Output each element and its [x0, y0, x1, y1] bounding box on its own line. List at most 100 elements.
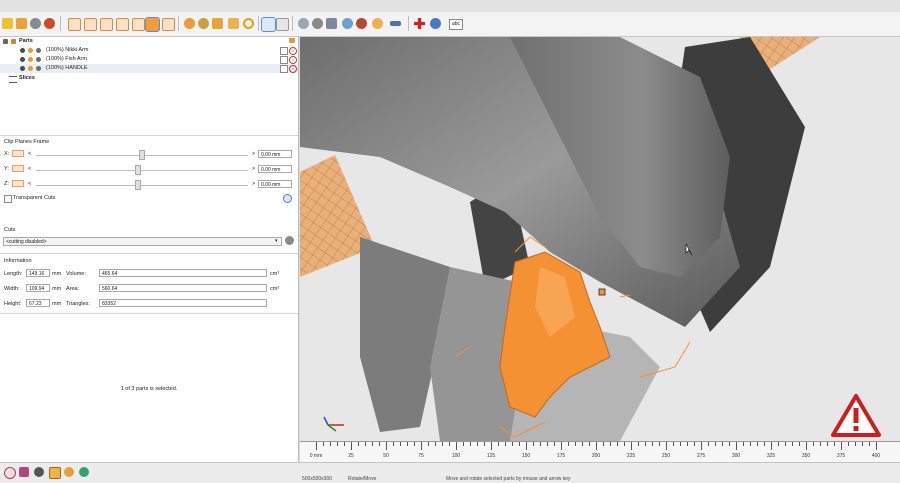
refresh-icon[interactable] [283, 194, 292, 203]
support-icon[interactable] [19, 467, 29, 477]
plane-icon[interactable] [12, 180, 24, 187]
cuts-section: Cuts <cutting disabled> ▾ [0, 223, 298, 249]
ruler-tick [813, 442, 814, 446]
slice-icon[interactable] [390, 21, 401, 26]
view-iso-icon[interactable] [145, 17, 160, 32]
box-icon[interactable] [228, 18, 239, 29]
ruler-tick [876, 442, 877, 450]
shade-icon[interactable] [184, 18, 195, 29]
tree-slices-label[interactable]: Slices [19, 74, 35, 83]
scale-icon[interactable] [326, 18, 337, 29]
view-front-icon[interactable] [68, 18, 81, 31]
new-icon[interactable] [2, 18, 13, 29]
width-field[interactable]: 109.94 [26, 284, 50, 292]
view-bottom-icon[interactable] [162, 18, 175, 31]
view-left-icon[interactable] [100, 18, 113, 31]
part-checkbox[interactable] [280, 65, 288, 73]
text-style-dropdown[interactable]: abc [449, 19, 464, 30]
sphere-icon[interactable] [34, 467, 44, 477]
part-checkbox[interactable] [280, 47, 288, 55]
cut-tool-icon[interactable] [285, 236, 294, 245]
ruler-label: 400 [871, 453, 881, 459]
height-field[interactable]: 67.23 [26, 299, 50, 307]
cuts-select[interactable]: <cutting disabled> [3, 237, 282, 246]
part-color-icon[interactable] [28, 48, 33, 53]
clip-slider-track[interactable] [36, 185, 248, 186]
warning-icon[interactable] [830, 393, 882, 439]
ruler-tick [512, 442, 513, 446]
ruler-tick [778, 442, 779, 446]
part-color-icon[interactable] [28, 66, 33, 71]
ruler-tick [428, 442, 429, 446]
slider-left-arrow[interactable]: < [28, 181, 31, 187]
ruler-tick [330, 442, 331, 446]
target-icon[interactable] [4, 467, 16, 479]
ruler-label: 150 [521, 453, 531, 459]
plane-icon[interactable] [12, 165, 24, 172]
slider-right-arrow[interactable]: > [252, 181, 255, 187]
clip-slider-track[interactable] [36, 170, 248, 171]
clip-slider-thumb[interactable] [134, 165, 141, 175]
view-back-icon[interactable] [84, 18, 97, 31]
part-checkbox[interactable] [280, 56, 288, 64]
remove-icon[interactable]: × [289, 56, 297, 64]
height-label: Height: [4, 301, 22, 307]
length-field[interactable]: 149.16 [26, 269, 50, 277]
move-icon[interactable] [276, 18, 289, 31]
camera-icon[interactable] [30, 18, 41, 29]
transparent-cuts-checkbox[interactable] [4, 195, 12, 203]
tree-parts-label[interactable]: Parts [19, 37, 33, 46]
clip-slider-thumb[interactable] [134, 180, 141, 190]
texture-icon[interactable] [198, 18, 209, 29]
sync-icon[interactable] [79, 467, 89, 477]
measure-icon[interactable] [298, 18, 309, 29]
axis-label: Y: [4, 166, 9, 172]
slider-left-arrow[interactable]: < [28, 166, 31, 172]
remove-icon[interactable]: × [289, 65, 297, 73]
wand-icon[interactable] [372, 18, 383, 29]
area-field[interactable]: 560.64 [99, 284, 267, 292]
rotate-icon[interactable] [312, 18, 323, 29]
settings-icon[interactable] [44, 18, 55, 29]
clip-y-field[interactable]: 0.00 mm [258, 165, 292, 173]
view-top-icon[interactable] [132, 18, 145, 31]
import-icon[interactable] [16, 18, 27, 29]
slider-right-arrow[interactable]: > [252, 151, 255, 157]
search-icon[interactable] [243, 18, 254, 29]
mirror-icon[interactable] [342, 18, 353, 29]
part-color-icon[interactable] [28, 57, 33, 62]
orange-circle-icon[interactable] [64, 467, 74, 477]
visible-icon[interactable] [20, 48, 25, 53]
expand-icon[interactable] [3, 39, 8, 44]
tree-item-label: (100%) HANDLE [46, 65, 88, 71]
clip-slider-thumb[interactable] [139, 150, 145, 160]
scene-canvas[interactable] [300, 37, 900, 441]
clip-x-field[interactable]: 0.00 mm [258, 150, 292, 158]
window-title-strip [0, 0, 900, 12]
volume-field[interactable]: 465.64 [99, 269, 267, 277]
clip-z-field[interactable]: 0.00 mm [258, 180, 292, 188]
ruler-tick [414, 442, 415, 446]
view-right-icon[interactable] [116, 18, 129, 31]
ruler-tick [750, 442, 751, 446]
remove-icon[interactable]: × [289, 47, 297, 55]
tree-item-handle[interactable]: (100%) HANDLE × [0, 64, 298, 73]
ruler-tick [652, 442, 653, 446]
ruler-tick [596, 442, 597, 450]
slider-left-arrow[interactable]: < [28, 151, 31, 157]
add-part-icon[interactable] [414, 18, 425, 29]
plane-icon[interactable] [12, 150, 24, 157]
fix-icon[interactable] [356, 18, 367, 29]
globe-icon[interactable] [430, 18, 441, 29]
triangles-field[interactable]: 83352 [99, 299, 267, 307]
3d-viewport[interactable]: 0 mm 25 50 75 100 125 150 175 200 225 250 275 300 325… [300, 37, 900, 462]
pointer-icon[interactable] [261, 17, 276, 32]
slider-right-arrow[interactable]: > [252, 166, 255, 172]
image-icon[interactable] [49, 467, 61, 479]
triangles-label: Triangles: [66, 301, 90, 307]
visible-icon[interactable] [20, 66, 25, 71]
status-mode: Rotate/Move [348, 476, 377, 482]
wire-icon[interactable] [212, 18, 223, 29]
visible-icon[interactable] [20, 57, 25, 62]
folder-icon[interactable] [289, 38, 295, 43]
